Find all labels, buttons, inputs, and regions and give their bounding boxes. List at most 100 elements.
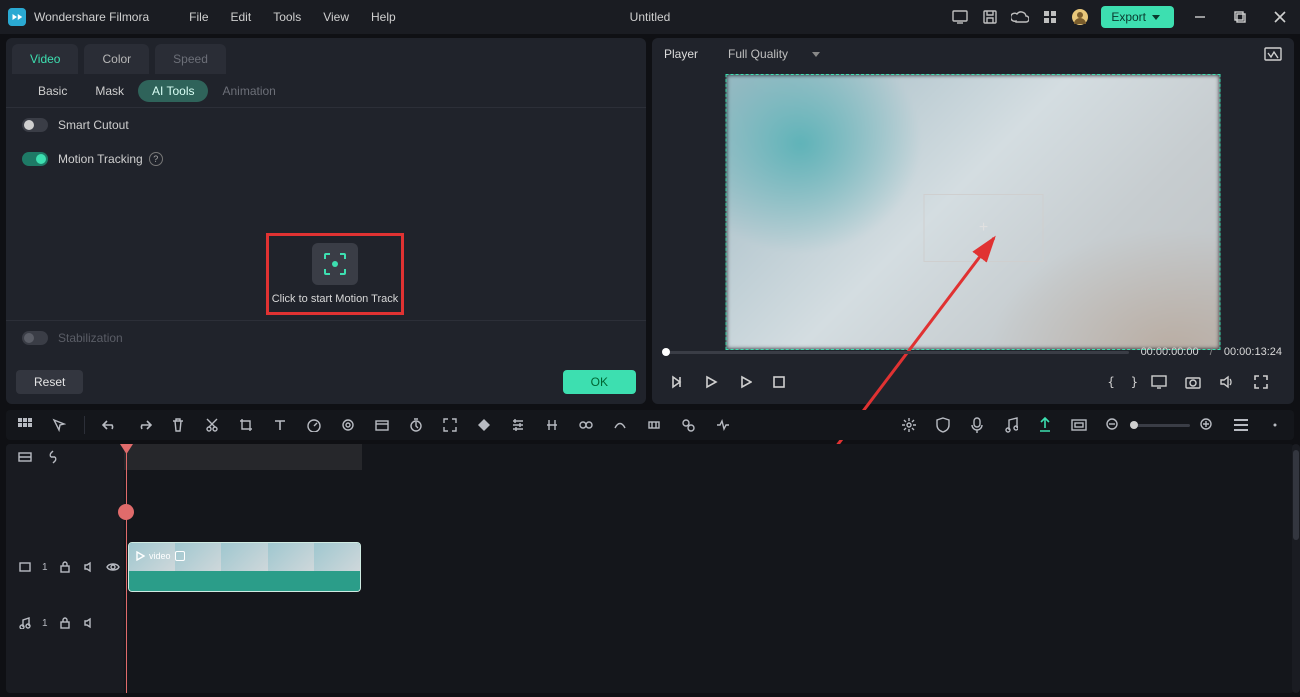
tab-color[interactable]: Color [84, 44, 149, 74]
grid-tool-icon[interactable] [16, 416, 34, 434]
mic-icon[interactable] [968, 416, 986, 434]
tab-speed[interactable]: Speed [155, 44, 226, 74]
undo-icon[interactable] [101, 416, 119, 434]
cut-icon[interactable] [203, 416, 221, 434]
snapshot-icon[interactable] [1264, 45, 1282, 63]
delete-icon[interactable] [169, 416, 187, 434]
player-controls: { } [664, 368, 1282, 396]
fit-icon[interactable] [441, 416, 459, 434]
camera-icon[interactable] [1180, 371, 1206, 393]
subtab-ai-tools[interactable]: AI Tools [138, 80, 208, 102]
avatar-icon[interactable] [1071, 8, 1089, 26]
scrub-handle[interactable] [662, 348, 670, 356]
clip-label: video [149, 551, 171, 561]
volume-icon[interactable] [1214, 371, 1240, 393]
subtab-mask[interactable]: Mask [81, 80, 138, 102]
export-button[interactable]: Export [1101, 6, 1174, 28]
clip-play-icon [135, 551, 145, 561]
tool-d-icon[interactable] [645, 416, 663, 434]
window-minimize[interactable] [1186, 3, 1214, 31]
menu-view[interactable]: View [323, 10, 349, 24]
color-tool-icon[interactable] [339, 416, 357, 434]
text-icon[interactable] [271, 416, 289, 434]
crop-icon[interactable] [237, 416, 255, 434]
titlebar: Wondershare Filmora File Edit Tools View… [0, 0, 1300, 34]
render-icon[interactable] [900, 416, 918, 434]
zoom-out-icon[interactable] [1104, 416, 1122, 434]
subtab-basic[interactable]: Basic [24, 80, 81, 102]
lock-icon[interactable] [58, 560, 72, 574]
timeline-ruler[interactable]: 00:0000:00:05:0000:00:10:0000:00:15:0000… [124, 444, 1284, 470]
time-sep: / [1210, 346, 1213, 358]
timer-icon[interactable] [407, 416, 425, 434]
mark-out-icon[interactable]: } [1123, 375, 1146, 389]
menu-edit[interactable]: Edit [231, 10, 252, 24]
fullscreen-icon[interactable] [1248, 371, 1274, 393]
keyframe-icon[interactable] [475, 416, 493, 434]
tab-video[interactable]: Video [12, 44, 78, 74]
menu-tools[interactable]: Tools [273, 10, 301, 24]
screen-icon[interactable] [951, 8, 969, 26]
panel-sub-tabs: Basic Mask AI Tools Animation [6, 74, 646, 108]
scrub-track[interactable] [664, 351, 1129, 354]
marker-icon[interactable] [1036, 416, 1054, 434]
stop-icon[interactable] [766, 371, 792, 393]
crosshair-icon: + [979, 219, 988, 237]
adjust-icon[interactable] [509, 416, 527, 434]
reset-button[interactable]: Reset [16, 370, 83, 394]
tool-e-icon[interactable] [679, 416, 697, 434]
toggle-motion-tracking[interactable] [22, 152, 48, 166]
video-clip[interactable]: video [128, 542, 361, 592]
lock-icon[interactable] [58, 616, 72, 630]
shield-icon[interactable] [934, 416, 952, 434]
motion-track-selection[interactable]: + [924, 194, 1044, 262]
player-viewport[interactable]: + [726, 74, 1221, 350]
music-icon[interactable] [1002, 416, 1020, 434]
label-stabilization: Stabilization [58, 331, 123, 345]
menu-file[interactable]: File [189, 10, 208, 24]
tool-c-icon[interactable] [611, 416, 629, 434]
speed-tool-icon[interactable] [305, 416, 323, 434]
tool-b-icon[interactable] [577, 416, 595, 434]
frame-icon[interactable] [1070, 416, 1088, 434]
eye-icon[interactable] [106, 560, 120, 574]
play-forward-icon[interactable] [732, 371, 758, 393]
track-collapse-icon[interactable] [18, 450, 32, 464]
motion-track-button[interactable] [312, 243, 358, 285]
quality-dropdown[interactable]: Full Quality [728, 47, 820, 61]
list-icon[interactable] [1232, 416, 1250, 434]
toggle-smart-cutout[interactable] [22, 118, 48, 132]
play-icon[interactable] [698, 371, 724, 393]
zoom-slider[interactable] [1130, 424, 1190, 427]
pointer-icon[interactable] [50, 416, 68, 434]
subtab-animation[interactable]: Animation [208, 80, 289, 102]
cloud-icon[interactable] [1011, 8, 1029, 26]
motion-track-highlight: Click to start Motion Track [266, 233, 404, 315]
menu-help[interactable]: Help [371, 10, 396, 24]
zoom-in-icon[interactable] [1198, 416, 1216, 434]
mark-in-icon[interactable]: { [1100, 375, 1123, 389]
window-maximize[interactable] [1226, 3, 1254, 31]
redo-icon[interactable] [135, 416, 153, 434]
window-close[interactable] [1266, 3, 1294, 31]
overlay-icon[interactable] [373, 416, 391, 434]
save-icon[interactable] [981, 8, 999, 26]
chevron-down-icon [812, 52, 820, 57]
playhead-handle[interactable] [118, 504, 134, 520]
video-track: 1 video [6, 540, 1294, 594]
mute-icon[interactable] [82, 616, 96, 630]
player-panel: Player Full Quality + 00:00:00:00 [652, 38, 1294, 404]
option-smart-cutout: Smart Cutout [6, 108, 646, 142]
help-icon[interactable]: ? [149, 152, 163, 166]
grid-icon[interactable] [1041, 8, 1059, 26]
mute-icon[interactable] [82, 560, 96, 574]
step-back-icon[interactable] [664, 371, 690, 393]
tool-a-icon[interactable] [543, 416, 561, 434]
timeline-scrollbar[interactable] [1292, 444, 1300, 693]
link-icon[interactable] [46, 450, 60, 464]
tool-f-icon[interactable] [713, 416, 731, 434]
more-icon[interactable] [1266, 416, 1284, 434]
label-smart-cutout: Smart Cutout [58, 118, 129, 132]
display-icon[interactable] [1146, 371, 1172, 393]
ok-button[interactable]: OK [563, 370, 636, 394]
